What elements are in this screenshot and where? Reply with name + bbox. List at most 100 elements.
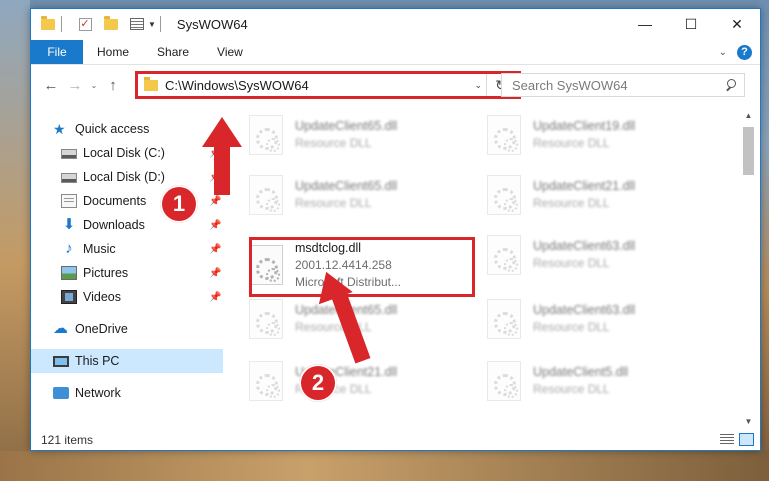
- onedrive-icon: ☁: [53, 320, 68, 337]
- dll-file-icon: [487, 175, 521, 215]
- close-button[interactable]: ✕: [714, 9, 760, 39]
- videos-icon: [61, 290, 77, 304]
- properties-check-icon[interactable]: ✓: [76, 15, 94, 33]
- file-description: Resource DLL: [533, 320, 610, 334]
- properties-icon[interactable]: [128, 15, 146, 33]
- folder-icon: [39, 15, 57, 33]
- file-item[interactable]: UpdateClient19.dll Resource DLL: [487, 109, 717, 161]
- minimize-button[interactable]: —: [622, 9, 668, 39]
- dll-file-icon: [487, 299, 521, 339]
- file-name: UpdateClient63.dll: [533, 303, 636, 317]
- tab-home[interactable]: Home: [83, 40, 143, 64]
- sidebar-item-label: Music: [83, 242, 116, 256]
- tab-share[interactable]: Share: [143, 40, 203, 64]
- pin-icon[interactable]: 📌: [209, 268, 221, 279]
- expand-ribbon-icon[interactable]: ⌄: [719, 47, 727, 58]
- network-icon: [53, 387, 69, 399]
- file-item[interactable]: UpdateClient21.dllResource DLL: [487, 169, 717, 221]
- sidebar-item-pictures[interactable]: Pictures 📌: [61, 261, 223, 285]
- step-1-marker: 1: [160, 185, 198, 223]
- new-folder-icon[interactable]: [102, 15, 120, 33]
- pictures-icon: [61, 266, 77, 280]
- step-2-marker: 2: [299, 364, 337, 402]
- file-item[interactable]: UpdateClient63.dll Resource DLL: [487, 229, 717, 281]
- disk-icon: [61, 149, 77, 159]
- sidebar-item-label: Downloads: [83, 218, 145, 232]
- this-pc-icon: [53, 356, 69, 367]
- star-icon: ★: [53, 121, 66, 137]
- sidebar-item-label: Videos: [83, 290, 121, 304]
- file-item[interactable]: UpdateClient65.dllResource DLL: [249, 169, 479, 221]
- ribbon-tabs: File Home Share View ⌄ ?: [31, 40, 760, 65]
- vertical-scrollbar[interactable]: ▲ ▼: [740, 107, 757, 429]
- sidebar-item-label: Local Disk (C:): [83, 146, 165, 160]
- sidebar-item-label: Network: [75, 386, 121, 400]
- sidebar-item-onedrive[interactable]: ☁ OneDrive: [53, 317, 223, 341]
- sidebar-item-music[interactable]: ♪ Music 📌: [61, 237, 223, 261]
- file-highlight-box: [249, 237, 475, 297]
- quick-access-dropdown-icon[interactable]: ▼: [148, 20, 156, 29]
- up-button[interactable]: ↑: [101, 73, 125, 97]
- documents-icon: [61, 194, 77, 208]
- dll-file-icon: [487, 235, 521, 275]
- dll-file-icon: [249, 361, 283, 401]
- dll-file-icon: [249, 299, 283, 339]
- file-description: Resource DLL: [295, 196, 372, 210]
- pin-icon[interactable]: 📌: [209, 220, 221, 231]
- sidebar-item-local-disk-d[interactable]: Local Disk (D:) 📌: [61, 165, 223, 189]
- maximize-button[interactable]: ☐: [668, 9, 714, 39]
- tab-file[interactable]: File: [31, 40, 83, 64]
- navigation-pane: ★ Quick access Local Disk (C:) 📌 Local D…: [31, 107, 225, 425]
- sidebar-item-label: Local Disk (D:): [83, 170, 165, 184]
- file-name: UpdateClient5.dll: [533, 365, 629, 379]
- back-button[interactable]: ←: [39, 73, 63, 97]
- sidebar-item-label: Documents: [83, 194, 147, 208]
- address-highlight-box: [135, 71, 521, 99]
- scroll-up-icon[interactable]: ▲: [740, 107, 757, 123]
- file-item[interactable]: UpdateClient21.dllResource DLL: [249, 355, 479, 407]
- ribbon-right: ⌄ ?: [719, 40, 760, 64]
- file-description: Resource DLL: [295, 136, 372, 150]
- large-icons-view-icon[interactable]: [739, 433, 754, 446]
- tab-view[interactable]: View: [203, 40, 257, 64]
- music-icon: ♪: [65, 240, 73, 257]
- sidebar-item-quick-access[interactable]: ★ Quick access: [53, 117, 223, 141]
- search-icon[interactable]: [726, 79, 738, 91]
- help-icon[interactable]: ?: [737, 44, 752, 60]
- pin-icon[interactable]: 📌: [209, 292, 221, 303]
- pin-icon[interactable]: 📌: [209, 244, 221, 255]
- dll-file-icon: [487, 361, 521, 401]
- sidebar-item-this-pc[interactable]: This PC: [31, 349, 223, 373]
- sidebar-item-network[interactable]: Network: [53, 381, 223, 405]
- disk-icon: [61, 173, 77, 183]
- sidebar-item-videos[interactable]: Videos 📌: [61, 285, 223, 309]
- file-description: Resource DLL: [533, 256, 610, 270]
- search-input[interactable]: Search SysWOW64: [501, 73, 745, 97]
- scroll-down-icon[interactable]: ▼: [740, 413, 757, 429]
- sidebar-item-label: This PC: [75, 354, 120, 368]
- downloads-icon: ⬇: [62, 216, 76, 233]
- file-item[interactable]: UpdateClient65.dllResource DLL: [249, 293, 479, 345]
- pin-icon[interactable]: 📌: [209, 196, 221, 207]
- sidebar-item-label: Quick access: [75, 122, 150, 136]
- file-item[interactable]: UpdateClient5.dll Resource DLL: [487, 355, 717, 407]
- file-item[interactable]: UpdateClient63.dll Resource DLL: [487, 293, 717, 345]
- desktop-background-bottom: [0, 451, 769, 481]
- file-item[interactable]: UpdateClient65.dll Resource DLL: [249, 109, 479, 161]
- title-separator: [61, 16, 62, 32]
- title-bar[interactable]: ✓ ▼ SysWOW64 — ☐ ✕: [31, 9, 760, 39]
- navigation-row: ← → ⌄ ↑ C:\Windows\SysWOW64 ⌄ ↻ Search S…: [31, 67, 760, 103]
- dll-file-icon: [249, 175, 283, 215]
- window-controls: — ☐ ✕: [622, 9, 760, 39]
- file-name: UpdateClient65.dll: [295, 119, 398, 133]
- forward-button[interactable]: →: [63, 73, 87, 97]
- scroll-thumb[interactable]: [743, 127, 754, 175]
- details-view-icon[interactable]: [720, 434, 734, 445]
- arrow-up-icon: [202, 117, 242, 147]
- sidebar-item-downloads[interactable]: ⬇ Downloads 📌: [61, 213, 223, 237]
- recent-locations-icon[interactable]: ⌄: [87, 81, 101, 90]
- title-separator: [159, 16, 161, 32]
- sidebar-item-local-disk-c[interactable]: Local Disk (C:) 📌: [61, 141, 223, 165]
- dll-file-icon: [487, 115, 521, 155]
- sidebar-item-documents[interactable]: Documents 📌: [61, 189, 223, 213]
